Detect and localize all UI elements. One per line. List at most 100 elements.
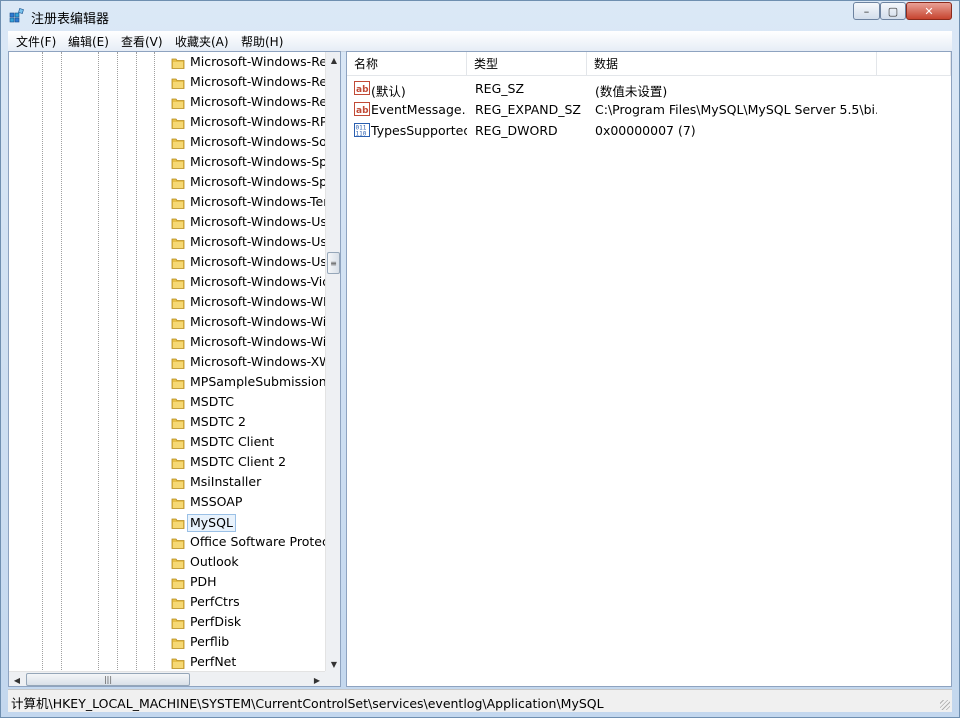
scroll-right-arrow-icon[interactable]: ▶	[309, 672, 325, 686]
tree-item-label: PerfCtrs	[190, 594, 240, 609]
tree-item[interactable]: Microsoft-Windows-RPC	[163, 113, 325, 133]
scroll-down-arrow-icon[interactable]: ▼	[326, 656, 340, 672]
maximize-button[interactable]: ▢	[880, 2, 906, 20]
tree-item[interactable]: Microsoft-Windows-Spe	[163, 173, 325, 193]
column-header-data[interactable]: 数据	[587, 52, 877, 76]
registry-key-tree: Microsoft-Windows-Rem Microsoft-Windows-R…	[9, 52, 325, 672]
minimize-button[interactable]: –	[853, 2, 880, 20]
tree-item[interactable]: Microsoft-Windows-Win	[163, 313, 325, 333]
resize-grip-icon[interactable]	[940, 700, 950, 710]
tree-item[interactable]: MSDTC 2	[163, 413, 325, 433]
tree-item[interactable]: Outlook	[163, 553, 325, 573]
value-row[interactable]: ab (默认) REG_SZ (数值未设置)	[347, 78, 951, 99]
scroll-left-arrow-icon[interactable]: ◀	[9, 672, 25, 686]
tree-item[interactable]: Perflib	[163, 633, 325, 653]
registry-path: 计算机\HKEY_LOCAL_MACHINE\SYSTEM\CurrentCon…	[11, 696, 604, 711]
folder-icon	[171, 316, 185, 330]
title-bar[interactable]: 注册表编辑器 – ▢ ✕	[1, 1, 959, 31]
tree-item[interactable]: Microsoft-Windows-Rem	[163, 73, 325, 93]
folder-icon	[171, 116, 185, 130]
tree-item[interactable]: Microsoft-Windows-Ter	[163, 193, 325, 213]
column-header-filler	[877, 52, 951, 76]
scroll-up-arrow-icon[interactable]: ▲	[326, 52, 340, 68]
window-title: 注册表编辑器	[31, 12, 110, 27]
tree-item[interactable]: Microsoft-Windows-Vid	[163, 273, 325, 293]
folder-icon	[171, 96, 185, 110]
tree-item[interactable]: Microsoft-Windows-Res	[163, 93, 325, 113]
tree-item-label: PerfNet	[190, 654, 237, 669]
tree-item[interactable]: MPSampleSubmission	[163, 373, 325, 393]
tree-item[interactable]: PerfDisk	[163, 613, 325, 633]
tree-item[interactable]: Microsoft-Windows-Spe	[163, 153, 325, 173]
value-row[interactable]: 011 110 TypesSupported REG_DWORD 0x00000007 …	[347, 120, 951, 141]
value-type: REG_EXPAND_SZ	[475, 102, 581, 117]
folder-icon	[171, 516, 185, 530]
tree-item-label: Perflib	[190, 634, 230, 649]
folder-icon	[171, 596, 185, 610]
registry-values-pane[interactable]: 名称 类型 数据 ab (默认) REG_SZ (数值未设置) ab EventMessa…	[346, 51, 952, 687]
value-row[interactable]: ab EventMessage... REG_EXPAND_SZ C:\Program…	[347, 99, 951, 120]
tree-item[interactable]: Microsoft-Windows-Use	[163, 213, 325, 233]
value-name: TypesSupported	[371, 123, 467, 138]
tree-item-label: MSSOAP	[190, 494, 243, 509]
tree-item[interactable]: MySQL	[163, 513, 325, 533]
folder-icon	[171, 256, 185, 270]
tree-item-label: Outlook	[190, 554, 239, 569]
folder-icon	[171, 536, 185, 550]
folder-icon	[171, 216, 185, 230]
folder-icon	[171, 496, 185, 510]
tree-item[interactable]: MSSOAP	[163, 493, 325, 513]
folder-icon	[171, 156, 185, 170]
folder-icon	[171, 356, 185, 370]
tree-vertical-scrollbar[interactable]: ▲ ≡ ▼	[325, 52, 340, 672]
value-type: REG_DWORD	[475, 123, 558, 138]
tree-item[interactable]: PerfNet	[163, 653, 325, 672]
menu-view[interactable]: 查看(V)	[119, 33, 165, 50]
tree-item[interactable]: MSDTC Client	[163, 433, 325, 453]
tree-item-label: Microsoft-Windows-Use	[190, 234, 325, 249]
column-header-type[interactable]: 类型	[467, 52, 587, 76]
svg-text:110: 110	[356, 131, 367, 138]
folder-icon	[171, 456, 185, 470]
tree-item[interactable]: MsiInstaller	[163, 473, 325, 493]
menu-file[interactable]: 文件(F)	[14, 33, 58, 50]
folder-icon	[171, 436, 185, 450]
status-bar: 计算机\HKEY_LOCAL_MACHINE\SYSTEM\CurrentCon…	[8, 689, 952, 712]
folder-icon	[171, 576, 185, 590]
tree-item[interactable]: Microsoft-Windows-Use	[163, 253, 325, 273]
folder-icon	[171, 176, 185, 190]
folder-icon	[171, 476, 185, 490]
value-data: (数值未设置)	[595, 84, 668, 99]
folder-icon	[171, 396, 185, 410]
tree-item[interactable]: PerfCtrs	[163, 593, 325, 613]
folder-icon	[171, 296, 185, 310]
value-type: REG_SZ	[475, 81, 525, 96]
tree-item[interactable]: MSDTC Client 2	[163, 453, 325, 473]
svg-text:ab: ab	[356, 85, 369, 95]
column-header-name[interactable]: 名称	[347, 52, 467, 76]
tree-item-label: Microsoft-Windows-Rem	[190, 74, 325, 89]
tree-item[interactable]: PDH	[163, 573, 325, 593]
scrollbar-corner	[325, 671, 340, 686]
tree-item[interactable]: Microsoft-Windows-Sof	[163, 133, 325, 153]
tree-horizontal-scroll-thumb[interactable]: |||	[26, 673, 190, 686]
tree-item[interactable]: Microsoft-Windows-XW	[163, 353, 325, 373]
close-button[interactable]: ✕	[906, 2, 952, 20]
tree-item[interactable]: Office Software Protecti	[163, 533, 325, 553]
tree-horizontal-scrollbar[interactable]: ◀ ||| ▶	[9, 671, 325, 686]
tree-item[interactable]: Microsoft-Windows-Use	[163, 233, 325, 253]
menu-edit[interactable]: 编辑(E)	[66, 33, 111, 50]
menu-favorites[interactable]: 收藏夹(A)	[173, 33, 231, 50]
binary-value-icon: 011 110	[354, 122, 370, 138]
tree-item[interactable]: Microsoft-Windows-Rem	[163, 53, 325, 73]
tree-item-label: Microsoft-Windows-Sof	[190, 134, 325, 149]
tree-item[interactable]: Microsoft-Windows-WE	[163, 293, 325, 313]
tree-item-label: MSDTC	[190, 394, 234, 409]
menu-help[interactable]: 帮助(H)	[239, 33, 285, 50]
tree-item-label: Microsoft-Windows-Vid	[190, 274, 325, 289]
tree-item[interactable]: MSDTC	[163, 393, 325, 413]
tree-item[interactable]: Microsoft-Windows-Win	[163, 333, 325, 353]
tree-vertical-scroll-thumb[interactable]: ≡	[327, 252, 340, 274]
close-icon: ✕	[924, 4, 934, 18]
registry-tree-pane[interactable]: Microsoft-Windows-Rem Microsoft-Windows-R…	[8, 51, 341, 687]
